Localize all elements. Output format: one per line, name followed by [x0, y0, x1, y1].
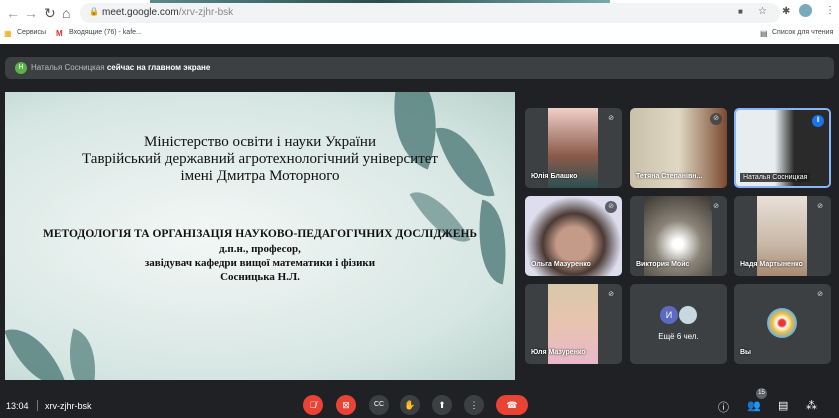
self-tile[interactable]: ⊘ Вы [734, 284, 831, 364]
raise-hand-button[interactable]: ✋ [400, 395, 420, 415]
participant-tile[interactable]: ⊘ Юлія Блашко [525, 108, 622, 188]
url-path: /xrv-zjhr-bsk [178, 7, 234, 18]
bookmark-services[interactable]: Сервисы [17, 29, 46, 36]
participant-name: Вы [740, 349, 752, 356]
apps-grid-icon[interactable]: ▦ [4, 29, 12, 38]
avatar [679, 306, 697, 324]
mic-toggle-button[interactable]: 🎙̸ [303, 395, 323, 415]
profile-avatar[interactable] [799, 4, 812, 17]
reading-list[interactable]: Список для чтения [772, 29, 833, 36]
camera-toggle-button[interactable]: ⊠ [336, 395, 356, 415]
mic-off-icon: ⊘ [710, 113, 722, 125]
participant-name: Ольга Мазуренко [531, 261, 591, 268]
slide-title: МЕТОДОЛОГІЯ ТА ОРГАНІЗАЦІЯ НАУКОВО-ПЕДАГ… [43, 228, 477, 240]
chat-icon[interactable]: ▤ [778, 399, 788, 412]
star-icon[interactable]: ☆ [758, 6, 767, 17]
people-count-badge: 15 [756, 388, 767, 399]
avatar: И [660, 306, 678, 324]
forward-icon[interactable]: → [24, 5, 38, 21]
participant-name: Наталья Сосницкая [740, 173, 811, 182]
slide-author: Сосницька Н.Л. [220, 271, 300, 283]
activities-icon[interactable]: ⁂ [806, 399, 817, 412]
mic-off-icon: ⊘ [710, 201, 722, 213]
info-icon[interactable]: ⓘ [718, 399, 729, 415]
participant-tile[interactable]: ⊘ Виктория Мойс [630, 196, 727, 276]
extensions-icon[interactable]: ✱ [782, 6, 790, 17]
meeting-controls-bar: 13:04 xrv-zjhr-bsk 🎙̸ ⊠ CC ✋ ⬆ ⋮ ☎ ⓘ 👥 1… [0, 388, 839, 418]
reload-icon[interactable]: ↻ [44, 5, 56, 22]
reading-list-icon: ▤ [760, 29, 768, 38]
captions-icon: CC [373, 401, 385, 408]
participant-tile[interactable]: ⊘ Юля Мазуренко [525, 284, 622, 364]
browser-chrome: ← → ↻ ⌂ 🔒 meet.google.com/xrv-zjhr-bsk ■… [0, 0, 839, 44]
mic-off-icon: 🎙̸ [309, 400, 317, 410]
home-icon[interactable]: ⌂ [62, 5, 70, 21]
leaf-decoration [5, 317, 66, 380]
presentation-slide: Міністерство освіти і науки України Тавр… [5, 92, 515, 380]
presenter-name: Наталья Сосницкая [31, 63, 105, 72]
people-icon[interactable]: 👥 [747, 399, 761, 412]
slide-line: імені Дмитра Моторного [180, 168, 340, 184]
participant-name: Тетяна Степанівн... [636, 173, 703, 180]
mic-off-icon: ⊘ [605, 201, 617, 213]
participant-tile-speaking[interactable]: ⦀ Наталья Сосницкая [734, 108, 831, 188]
leaf-decoration [57, 328, 108, 380]
meeting-code: xrv-zjhr-bsk [45, 401, 92, 411]
camera-off-icon: ⊠ [342, 400, 350, 410]
speaking-icon: ⦀ [812, 115, 824, 127]
slide-line: Таврійський державний агротехнологічний … [82, 151, 438, 167]
mic-off-icon: ⊘ [605, 113, 617, 125]
phone-hangup-icon: ☎ [506, 400, 518, 410]
avatar [767, 308, 797, 338]
slide-line: завідувач кафедри вищої математики і фіз… [144, 257, 376, 269]
present-button[interactable]: ⬆ [432, 395, 452, 415]
avatar: Н [15, 62, 27, 74]
more-participants-tile[interactable]: И Ещё 6 чел. [630, 284, 727, 364]
mic-off-icon: ⊘ [605, 289, 617, 301]
participant-name: Виктория Мойс [636, 261, 690, 268]
camera-icon[interactable]: ■ [738, 7, 743, 16]
slide-line: д.п.н., професор, [219, 243, 301, 255]
mic-off-icon: ⊘ [814, 289, 826, 301]
participant-tile[interactable]: ⊘ Тетяна Степанівн... [630, 108, 727, 188]
more-vert-icon: ⋮ [469, 400, 479, 410]
divider [37, 400, 38, 411]
mic-off-icon: ⊘ [814, 201, 826, 213]
present-icon: ⬆ [438, 400, 446, 410]
more-participants-label: Ещё 6 чел. [658, 332, 699, 341]
url-text[interactable]: meet.google.com/xrv-zjhr-bsk [102, 7, 233, 18]
participant-name: Надя Мартыненко [740, 261, 803, 268]
menu-icon[interactable]: ⋮ [825, 5, 835, 16]
banner-text: сейчас на главном экране [106, 63, 211, 72]
participant-name: Юля Мазуренко [531, 349, 586, 356]
presenting-banner: Н Наталья Сосницкая сейчас на главном эк… [5, 57, 834, 79]
back-icon[interactable]: ← [6, 5, 20, 21]
lock-icon: 🔒 [89, 7, 99, 16]
captions-button[interactable]: CC [369, 395, 389, 415]
hand-icon: ✋ [404, 400, 416, 410]
participant-tile[interactable]: ⊘ Надя Мартыненко [734, 196, 831, 276]
slide-line: Міністерство освіти і науки України [143, 134, 376, 150]
gmail-icon: M [56, 29, 63, 38]
url-host: meet.google.com [102, 7, 179, 18]
participant-name: Юлія Блашко [531, 173, 578, 180]
participant-tile[interactable]: ⊘ Ольга Мазуренко [525, 196, 622, 276]
more-options-button[interactable]: ⋮ [464, 395, 484, 415]
meeting-time: 13:04 [6, 401, 29, 411]
end-call-button[interactable]: ☎ [496, 395, 528, 415]
bookmark-inbox[interactable]: Входящие (76) - kafe... [69, 29, 142, 36]
